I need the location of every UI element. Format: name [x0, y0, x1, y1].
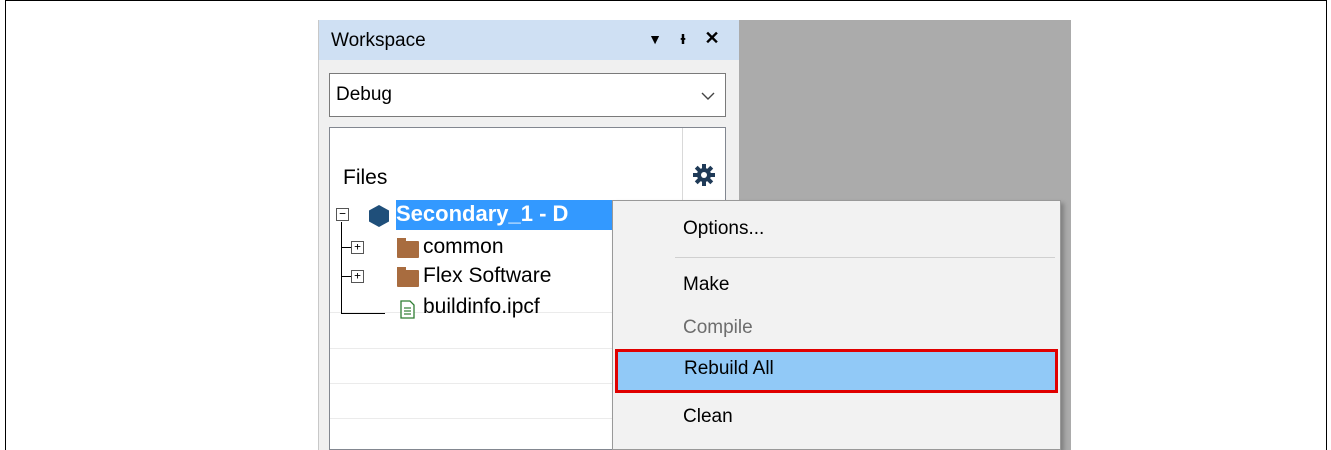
configuration-value: Debug	[336, 84, 392, 105]
expand-icon[interactable]: +	[351, 270, 364, 283]
tree-connector	[341, 222, 342, 314]
workspace-title: Workspace	[331, 30, 426, 51]
menu-item-label: Options...	[683, 218, 765, 239]
folder-icon	[397, 267, 419, 287]
tree-item-flex-software[interactable]: Flex Software	[423, 264, 551, 288]
files-header: Files	[343, 166, 388, 189]
menu-item-options[interactable]: Options...	[613, 209, 1060, 249]
menu-item-make[interactable]: Make	[613, 265, 1060, 305]
context-menu: Options... Make Compile Rebuild All Clea…	[612, 200, 1061, 450]
configuration-select[interactable]: Debug	[329, 73, 726, 117]
tree-item-common[interactable]: common	[423, 235, 504, 259]
file-icon	[400, 300, 415, 319]
project-icon	[369, 205, 389, 227]
menu-separator	[675, 257, 1055, 258]
gear-icon[interactable]	[690, 161, 718, 189]
pin-icon[interactable]: ᵻ	[671, 28, 695, 49]
menu-item-label: Rebuild All	[684, 358, 774, 379]
tree-connector	[341, 247, 351, 248]
menu-item-rebuild-all[interactable]: Rebuild All	[615, 349, 1058, 393]
menu-item-label: Compile	[683, 317, 753, 338]
collapse-icon[interactable]: −	[336, 208, 349, 221]
close-icon[interactable]: ✕	[700, 28, 724, 49]
chevron-down-icon	[701, 82, 715, 113]
project-node-label[interactable]: Secondary_1 - D	[396, 201, 568, 227]
folder-icon	[397, 238, 419, 258]
workspace-title-bar[interactable]: Workspace ▼ ᵻ ✕	[319, 20, 739, 60]
menu-item-label: Clean	[683, 406, 733, 427]
expand-icon[interactable]: +	[351, 241, 364, 254]
tree-connector	[341, 276, 351, 277]
menu-item-clean[interactable]: Clean	[613, 397, 1060, 437]
tree-item-buildinfo[interactable]: buildinfo.ipcf	[423, 295, 540, 319]
dropdown-arrow-icon[interactable]: ▼	[643, 31, 667, 47]
tree-connector	[341, 313, 385, 314]
menu-item-compile: Compile	[613, 308, 1060, 348]
menu-item-label: Make	[683, 274, 730, 295]
